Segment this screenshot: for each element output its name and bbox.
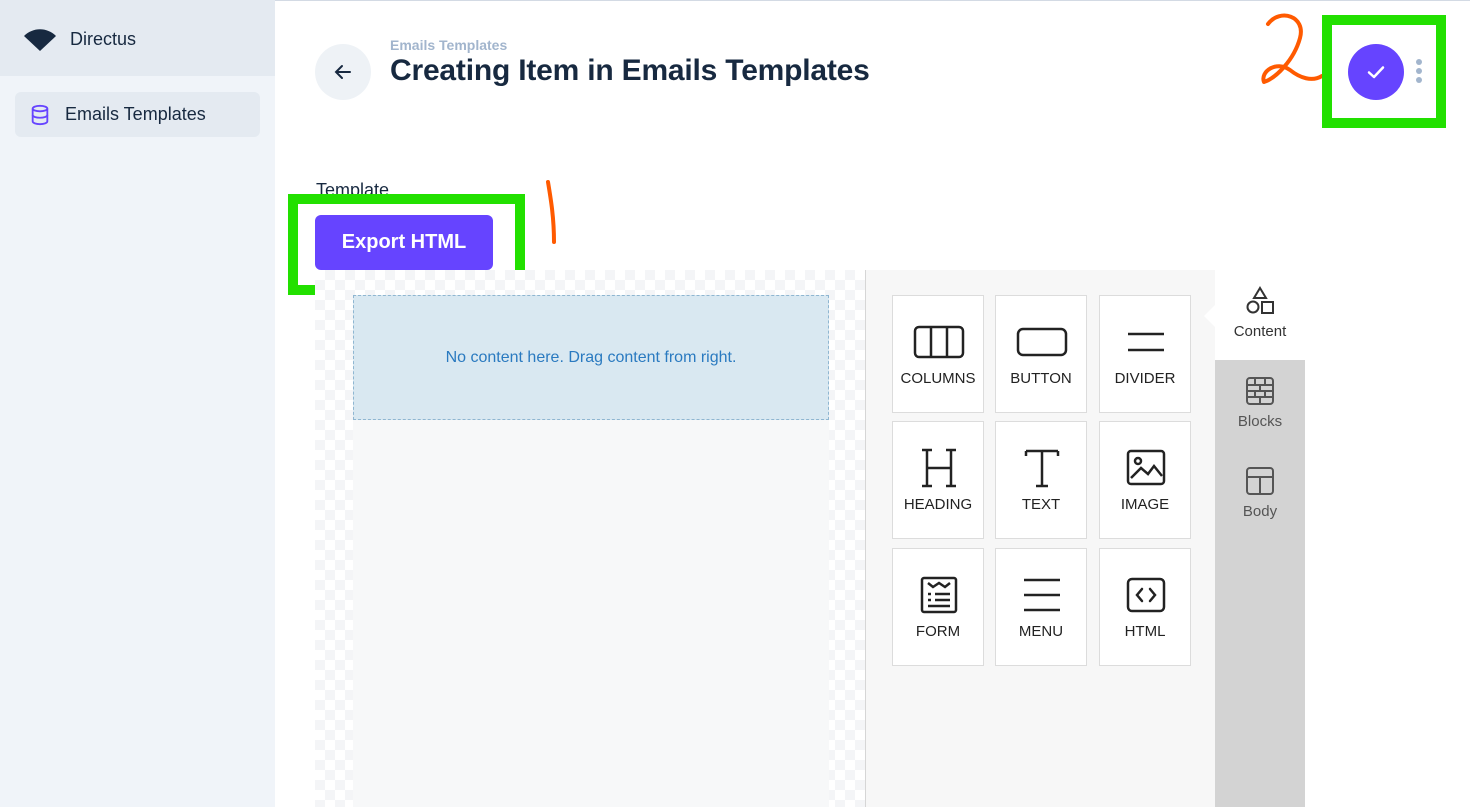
brand-header: Directus [0,0,275,76]
text-icon [1024,449,1060,488]
tools-panel: COLUMNS BUTTON DIVIDER HEADING TEXT IMAG… [865,270,1215,807]
blocks-icon [1246,377,1274,405]
divider-icon [1128,332,1164,352]
tool-heading[interactable]: HEADING [892,421,984,539]
page-title: Creating Item in Emails Templates [390,54,870,87]
drop-zone[interactable]: No content here. Drag content from right… [353,295,829,420]
breadcrumb[interactable]: Emails Templates [390,37,507,53]
check-icon [1367,66,1385,79]
app-window: Directus Emails Templates Emails Templat… [0,0,1470,807]
tool-text[interactable]: TEXT [995,421,1087,539]
brand-name: Directus [70,29,137,49]
tab-label: Body [1242,503,1278,520]
annotation-number-1 [546,180,556,244]
tool-label: FORM [915,623,961,640]
header-divider [275,0,1470,1]
tool-label: COLUMNS [900,370,976,387]
tool-image[interactable]: IMAGE [1099,421,1191,539]
more-options-button[interactable] [1410,56,1428,86]
tool-label: HTML [1124,623,1166,640]
columns-icon [913,325,965,359]
database-icon [31,104,49,126]
button-icon [1016,327,1068,357]
more-vertical-icon [1416,59,1422,65]
wifi-logo-icon [24,29,56,51]
tool-label: IMAGE [1120,496,1170,513]
tool-label: MENU [1018,623,1064,640]
tool-label: DIVIDER [1114,370,1176,387]
layout-icon [1246,467,1274,495]
active-tab-pointer [1204,305,1215,327]
tool-divider[interactable]: DIVIDER [1099,295,1191,413]
sidebar: Directus Emails Templates [0,0,275,807]
form-icon [920,576,958,614]
sidebar-item-emails-templates[interactable]: Emails Templates [15,92,260,137]
editor-tabs: Content Blocks Body [1215,270,1305,807]
annotation-number-2 [1261,13,1324,84]
tool-button[interactable]: BUTTON [995,295,1087,413]
tab-content[interactable]: Content [1215,270,1305,360]
export-html-button[interactable]: Export HTML [315,215,493,270]
sidebar-item-label: Emails Templates [65,104,206,124]
shapes-icon [1246,286,1274,314]
tab-body[interactable]: Body [1215,450,1305,540]
heading-icon [922,448,956,488]
tab-label: Content [1233,323,1287,340]
email-editor: No content here. Drag content from right… [315,270,1305,807]
image-icon [1126,449,1166,486]
arrow-left-icon [334,65,351,79]
tool-columns[interactable]: COLUMNS [892,295,984,413]
save-button[interactable] [1348,44,1404,100]
tool-html[interactable]: HTML [1099,548,1191,666]
back-button[interactable] [315,44,371,100]
tool-menu[interactable]: MENU [995,548,1087,666]
tab-label: Blocks [1237,413,1283,430]
tool-label: TEXT [1021,496,1061,513]
html-icon [1126,577,1166,613]
tool-label: HEADING [903,496,973,513]
tool-label: BUTTON [1010,370,1072,387]
menu-icon [1024,578,1060,612]
tab-blocks[interactable]: Blocks [1215,360,1305,450]
empty-message: No content here. Drag content from right… [445,348,737,366]
tool-form[interactable]: FORM [892,548,984,666]
